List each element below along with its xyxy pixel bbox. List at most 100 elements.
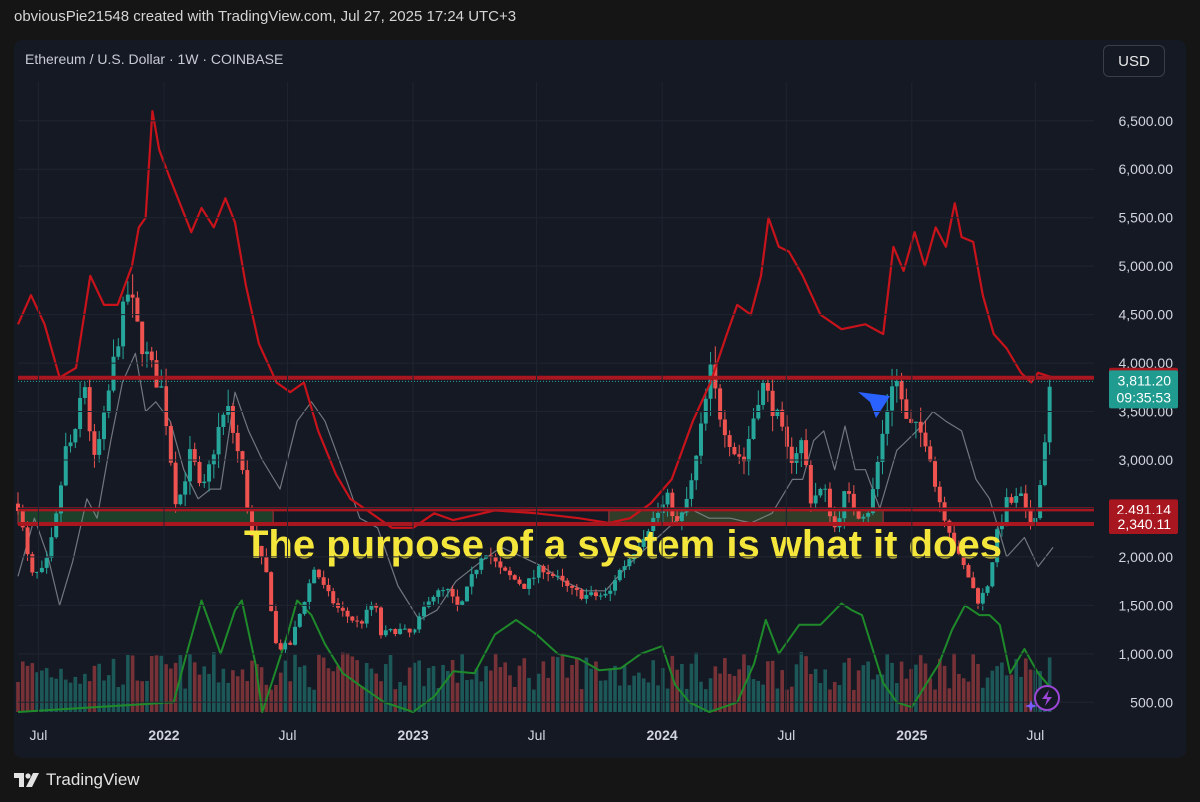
price-chart[interactable]: The purpose of a system is what it does …	[14, 40, 1186, 758]
candle	[216, 426, 221, 455]
candle	[140, 321, 145, 355]
candle	[746, 438, 751, 462]
volume-bar	[250, 660, 254, 712]
candle	[421, 606, 426, 617]
candle	[933, 461, 938, 487]
volume-bar	[350, 656, 355, 712]
volume-bar	[694, 652, 699, 712]
candle	[976, 588, 981, 604]
candle	[345, 610, 350, 617]
candle	[823, 488, 828, 490]
candle	[359, 621, 364, 624]
volume-bar	[928, 678, 933, 712]
volume-bar	[145, 680, 149, 712]
candle	[861, 516, 866, 519]
currency-button[interactable]: USD	[1103, 45, 1165, 77]
volume-bar	[823, 669, 827, 712]
candle	[784, 426, 789, 447]
volume-bar	[207, 673, 211, 712]
volume-bar	[383, 664, 388, 712]
volume-bar	[589, 668, 593, 712]
candle	[613, 580, 618, 591]
price-tick-label: 3,000.00	[1119, 452, 1174, 468]
candle	[407, 628, 412, 633]
volume-bar	[847, 658, 851, 712]
volume-bar	[832, 681, 837, 712]
candle	[1047, 386, 1052, 443]
volume-bar	[321, 657, 326, 712]
candle	[211, 454, 216, 465]
volume-bar	[245, 681, 250, 712]
candle	[106, 390, 111, 413]
volume-bar	[360, 686, 364, 712]
candle	[565, 580, 570, 587]
volume-bar	[809, 673, 813, 712]
candle	[1014, 496, 1019, 503]
volume-bar	[852, 689, 856, 712]
candle	[675, 516, 680, 521]
candle	[665, 492, 670, 505]
candles-layer	[16, 274, 1052, 653]
volume-bar	[670, 655, 675, 712]
volume-bar	[293, 654, 297, 712]
candle	[464, 586, 469, 602]
volume-bar	[512, 686, 517, 712]
volume-bar	[450, 659, 455, 712]
tradingview-logo[interactable]: TradingView	[14, 768, 140, 792]
volume-bar	[340, 652, 345, 712]
volume-bar	[804, 656, 808, 712]
candle	[326, 584, 331, 592]
volume-bar	[751, 679, 756, 712]
volume-bar	[756, 680, 761, 712]
candle	[469, 574, 474, 587]
volume-bar	[216, 682, 221, 712]
candle	[656, 512, 661, 518]
candle	[503, 567, 508, 571]
volume-bar	[517, 665, 522, 712]
volume-bar	[474, 668, 479, 712]
candle	[799, 440, 804, 454]
volume-bar	[985, 677, 990, 712]
volume-bar	[603, 680, 608, 712]
volume-bar	[952, 653, 956, 712]
candle	[527, 578, 532, 589]
candle	[101, 412, 106, 440]
candle	[741, 456, 746, 462]
candle	[135, 297, 140, 322]
volume-bar	[20, 661, 25, 712]
volume-bar	[555, 657, 560, 712]
volume-bar	[737, 669, 741, 712]
candle	[942, 502, 947, 521]
volume-bar	[379, 681, 383, 712]
volume-bar	[665, 688, 670, 712]
volume-bar	[761, 684, 765, 712]
price-tick-label: 4,500.00	[1119, 307, 1174, 323]
volume-bar	[1023, 658, 1028, 712]
candle	[87, 387, 92, 432]
candle	[899, 380, 904, 400]
candle	[460, 601, 465, 606]
lightning-icon[interactable]	[1034, 685, 1060, 711]
candle	[593, 592, 598, 597]
candle	[890, 386, 895, 411]
candle	[278, 643, 283, 650]
volume-bar	[202, 666, 207, 712]
candle	[230, 406, 235, 433]
candle	[178, 494, 183, 505]
candle	[808, 465, 813, 504]
candle	[441, 590, 446, 592]
candle	[536, 565, 541, 578]
candle	[1009, 497, 1014, 503]
volume-bar	[579, 689, 584, 712]
price-tick-label: 500.00	[1130, 694, 1173, 710]
volume-bar	[455, 682, 460, 712]
volume-bar	[861, 665, 866, 712]
tradingview-logo-icon	[14, 773, 39, 787]
gray-indicator-line	[17, 352, 1054, 621]
volume-bar	[780, 670, 784, 712]
volume-bar	[641, 678, 646, 712]
volume-bar	[307, 687, 312, 712]
candle	[455, 596, 460, 606]
volume-bar	[183, 688, 187, 712]
volume-bar	[503, 662, 507, 712]
